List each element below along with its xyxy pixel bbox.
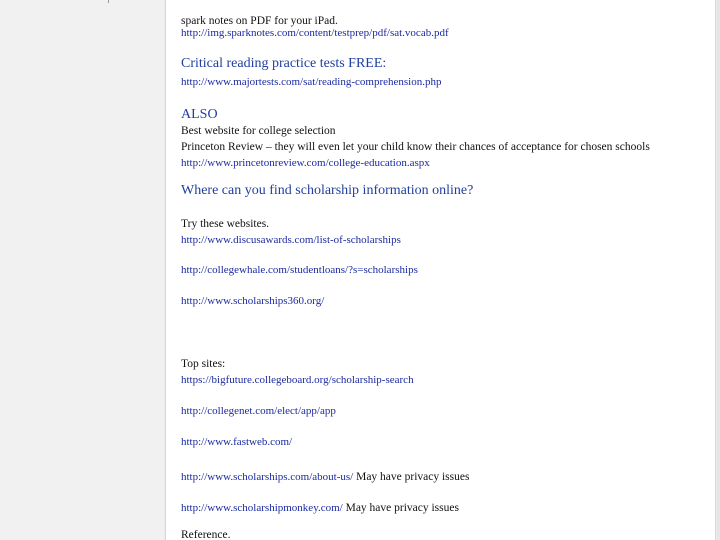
link-collegenet[interactable]: http://collegenet.com/elect/app/app [181, 406, 336, 417]
link-bigfuture[interactable]: https://bigfuture.collegeboard.org/schol… [181, 375, 414, 386]
link-collegewhale[interactable]: http://collegewhale.com/studentloans/?s=… [181, 265, 418, 276]
privacy-note: May have privacy issues [342, 502, 459, 514]
link-scholarships360[interactable]: http://www.scholarships360.org/ [181, 296, 324, 307]
document-viewer: spark notes on PDF for your iPad. http:/… [0, 0, 720, 540]
link-majortests[interactable]: http://www.majortests.com/sat/reading-co… [181, 77, 441, 88]
heading-critical-reading: Critical reading practice tests FREE: [181, 56, 387, 71]
doc-line-princeton-review: Princeton Review – they will even let yo… [181, 141, 650, 153]
document-page: spark notes on PDF for your iPad. http:/… [165, 0, 716, 540]
link-fastweb[interactable]: http://www.fastweb.com/ [181, 437, 292, 448]
heading-also: ALSO [181, 107, 218, 122]
doc-line-scholarshipmonkey: http://www.scholarshipmonkey.com/ May ha… [181, 499, 459, 515]
doc-line-try-websites: Try these websites. [181, 218, 270, 230]
doc-line-college-selection: Best website for college selection [181, 125, 336, 137]
doc-line-reference: Reference. [181, 529, 231, 540]
doc-line-scholarships-com: http://www.scholarships.com/about-us/ Ma… [181, 468, 469, 484]
privacy-note: May have privacy issues [353, 471, 470, 483]
heading-scholarship-info: Where can you find scholarship informati… [181, 183, 474, 198]
doc-line-top-sites: Top sites: [181, 358, 226, 370]
toolbar-edge-mark [108, 0, 109, 3]
link-scholarshipmonkey[interactable]: http://www.scholarshipmonkey.com/ [181, 502, 343, 514]
link-scholarships-com[interactable]: http://www.scholarships.com/about-us/ [181, 471, 353, 483]
link-princeton-review[interactable]: http://www.princetonreview.com/college-e… [181, 158, 430, 169]
doc-line-ipad-note: spark notes on PDF for your iPad. [181, 15, 338, 27]
link-discusawards[interactable]: http://www.discusawards.com/list-of-scho… [181, 235, 401, 246]
link-sparknotes-vocab[interactable]: http://img.sparknotes.com/content/testpr… [181, 28, 449, 39]
